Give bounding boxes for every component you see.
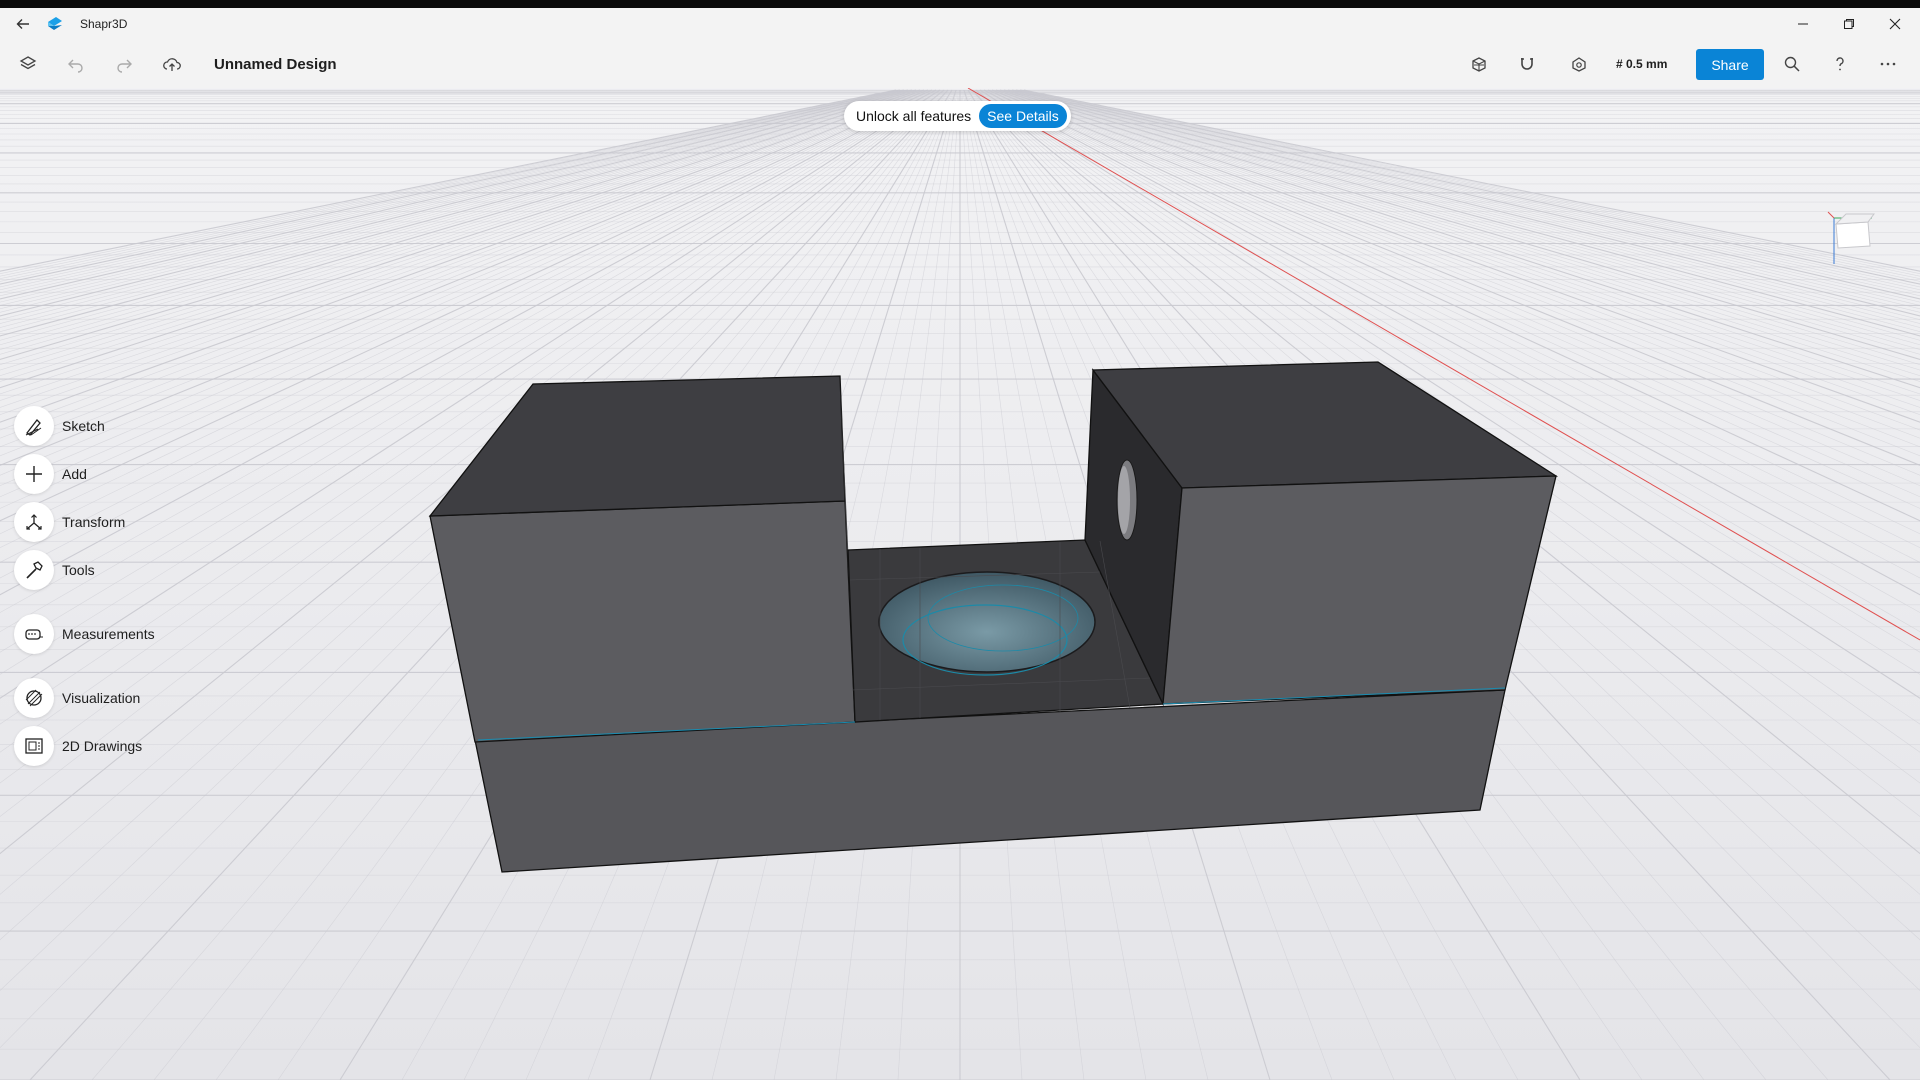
minimize-icon — [1798, 23, 1808, 25]
sketch-icon — [14, 406, 54, 446]
menu-item-2d-drawings[interactable]: 2D Drawings — [14, 726, 142, 766]
menu-item-visualization[interactable]: Visualization — [14, 678, 140, 718]
visualization-icon — [14, 678, 54, 718]
menu-item-measurements[interactable]: Measurements — [14, 614, 155, 654]
scene-canvas — [0, 88, 1920, 1080]
window-top-strip — [0, 0, 1920, 8]
promo-banner: Unlock all features See Details — [844, 101, 1071, 131]
redo-icon[interactable] — [110, 50, 138, 78]
menu-item-label: Transform — [62, 514, 126, 530]
camera-view-icon[interactable] — [1565, 50, 1593, 78]
undo-icon[interactable] — [62, 50, 90, 78]
layers-icon[interactable] — [14, 50, 42, 78]
close-button[interactable] — [1872, 8, 1918, 40]
cloud-upload-icon[interactable] — [158, 50, 186, 78]
back-arrow-icon[interactable] — [12, 14, 34, 34]
toolbar: Unnamed Design # 0.5 mm Share — [0, 40, 1920, 88]
plus-icon — [14, 454, 54, 494]
design-name[interactable]: Unnamed Design — [214, 56, 337, 73]
promo-text: Unlock all features — [856, 108, 972, 124]
view-cube[interactable] — [1820, 206, 1880, 272]
menu-item-label: 2D Drawings — [62, 738, 143, 754]
tape-measure-icon — [14, 614, 54, 654]
menu-item-sketch[interactable]: Sketch — [14, 406, 105, 446]
menu-item-label: Visualization — [62, 690, 141, 706]
restore-button[interactable] — [1826, 8, 1872, 40]
help-icon[interactable] — [1826, 50, 1854, 78]
menu-item-add[interactable]: Add — [14, 454, 87, 494]
search-icon[interactable] — [1778, 50, 1806, 78]
menu-item-label: Measurements — [62, 626, 155, 642]
share-button[interactable]: Share — [1696, 49, 1764, 80]
minimize-button[interactable] — [1780, 8, 1826, 40]
see-details-button[interactable]: See Details — [979, 104, 1067, 128]
title-bar: Shapr3D — [0, 8, 1920, 40]
transform-icon — [14, 502, 54, 542]
close-icon — [1889, 18, 1901, 30]
drawing-icon — [14, 726, 54, 766]
menu-item-label: Sketch — [62, 418, 105, 434]
menu-item-label: Tools — [62, 562, 95, 578]
section-view-icon[interactable] — [1465, 50, 1493, 78]
more-icon[interactable] — [1874, 50, 1902, 78]
snap-magnet-icon[interactable] — [1513, 50, 1541, 78]
menu-item-label: Add — [62, 466, 87, 482]
hammer-icon — [14, 550, 54, 590]
grid-size-indicator[interactable]: # 0.5 mm — [1616, 57, 1667, 71]
3d-viewport[interactable] — [0, 88, 1920, 1080]
restore-icon — [1844, 19, 1854, 29]
shapr3d-logo-icon — [46, 15, 64, 33]
menu-item-transform[interactable]: Transform — [14, 502, 125, 542]
menu-item-tools[interactable]: Tools — [14, 550, 95, 590]
app-title: Shapr3D — [80, 17, 128, 31]
